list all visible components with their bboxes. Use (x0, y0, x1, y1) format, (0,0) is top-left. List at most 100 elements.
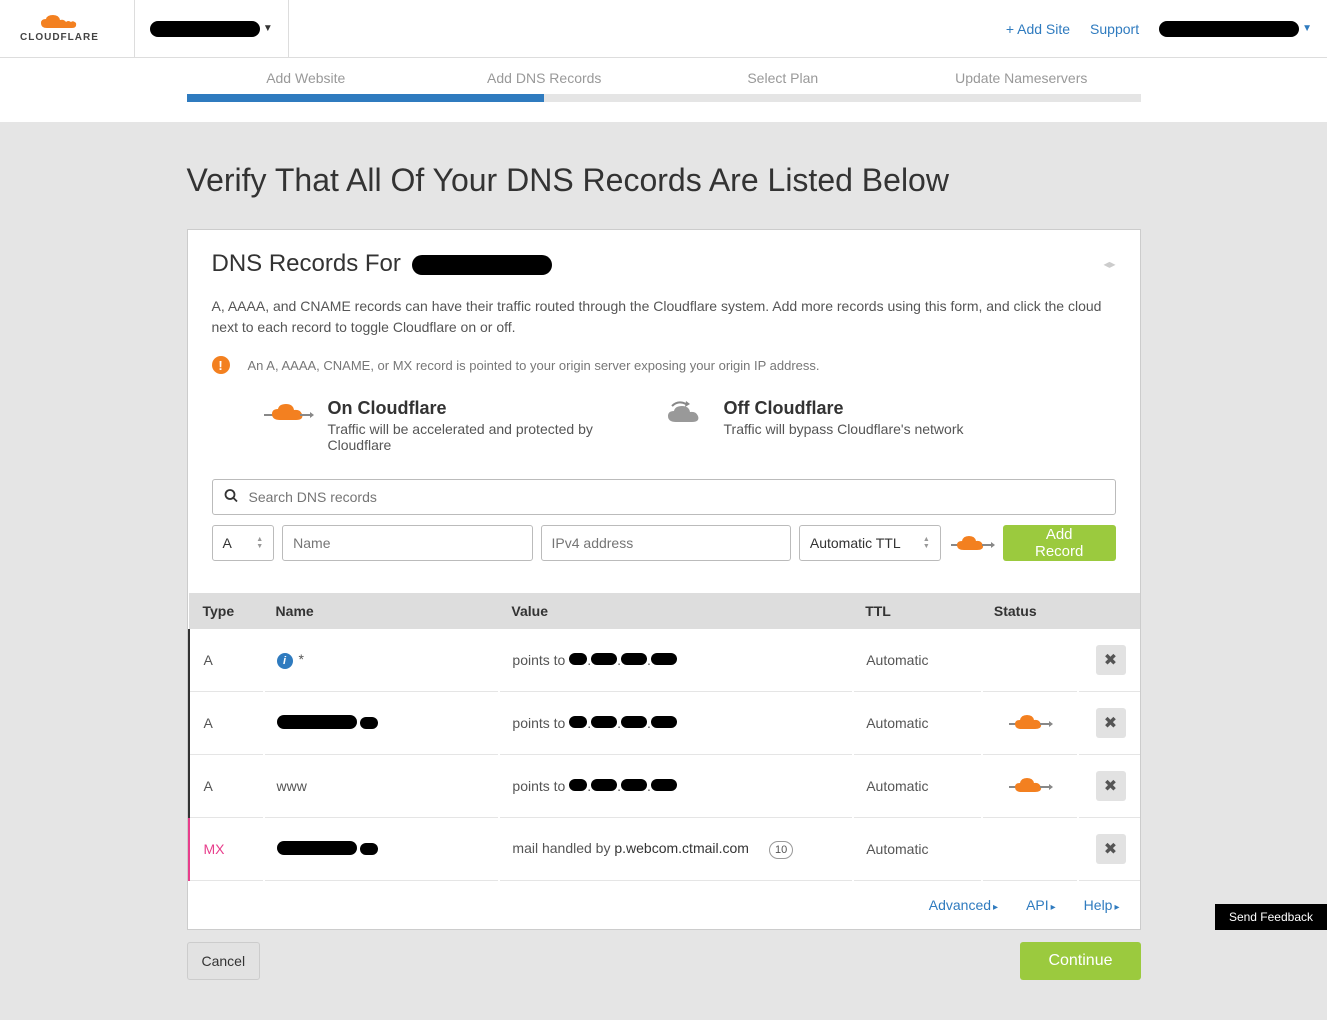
cell-value[interactable]: points to ... (499, 692, 853, 755)
step-update-ns[interactable]: Update Nameservers (902, 58, 1141, 94)
cell-ttl[interactable]: Automatic (853, 629, 982, 692)
th-name: Name (264, 593, 500, 629)
record-value-input[interactable] (541, 525, 791, 561)
account-name-redacted (150, 21, 260, 37)
alert-text: An A, AAAA, CNAME, or MX record is point… (248, 358, 820, 373)
legend-on-desc: Traffic will be accelerated and protecte… (328, 421, 618, 453)
cell-type: A (189, 692, 264, 755)
api-link[interactable]: API▸ (1026, 897, 1056, 913)
expand-icon[interactable]: ◂▸ (1103, 257, 1115, 271)
user-dropdown[interactable]: ▼ (1159, 21, 1312, 37)
cell-value[interactable]: mail handled by p.webcom.ctmail.com10 (499, 818, 853, 881)
steps: Add Website Add DNS Records Select Plan … (187, 58, 1141, 94)
cell-type: A (189, 755, 264, 818)
table-row[interactable]: Ai*points to ...Automatic ✖ (189, 629, 1140, 692)
cell-value[interactable]: points to ... (499, 629, 853, 692)
card-description: A, AAAA, and CNAME records can have thei… (212, 296, 1116, 338)
caret-down-icon: ▼ (263, 23, 273, 34)
dns-table: Type Name Value TTL Status Ai*points to … (188, 593, 1140, 881)
continue-button[interactable]: Continue (1020, 942, 1140, 980)
support-link[interactable]: Support (1090, 21, 1139, 37)
priority-badge: 10 (769, 841, 793, 859)
search-icon (224, 489, 238, 506)
cloud-on-icon (262, 398, 314, 428)
bottom-actions: Cancel Continue (187, 942, 1141, 980)
th-ttl: TTL (853, 593, 982, 629)
info-icon[interactable]: i (277, 653, 293, 669)
cell-ttl[interactable]: Automatic (853, 755, 982, 818)
user-name-redacted (1159, 21, 1299, 37)
cell-name[interactable] (264, 692, 500, 755)
th-value: Value (499, 593, 853, 629)
th-type: Type (189, 593, 264, 629)
legend-off-title: Off Cloudflare (724, 398, 964, 419)
cell-status (982, 692, 1078, 755)
main-content: Verify That All Of Your DNS Records Are … (187, 122, 1141, 980)
cloudflare-logo[interactable]: CLOUDFLARE (15, 14, 104, 43)
step-add-dns[interactable]: Add DNS Records (425, 58, 664, 94)
proxy-status-icon[interactable] (1007, 782, 1053, 798)
cell-ttl[interactable]: Automatic (853, 692, 982, 755)
delete-button[interactable]: ✖ (1096, 645, 1126, 675)
cell-type: A (189, 629, 264, 692)
record-ttl-select[interactable]: Automatic TTL ▲▼ (799, 525, 941, 561)
cancel-button[interactable]: Cancel (187, 942, 261, 980)
cell-ttl[interactable]: Automatic (853, 818, 982, 881)
account-dropdown[interactable]: ▼ (150, 21, 273, 37)
delete-button[interactable]: ✖ (1096, 834, 1126, 864)
add-site-link[interactable]: + Add Site (1006, 21, 1070, 37)
table-row[interactable]: MX mail handled by p.webcom.ctmail.com10A… (189, 818, 1140, 881)
stepper-icon: ▲▼ (256, 536, 263, 550)
record-name-input[interactable] (282, 525, 532, 561)
th-action (1078, 593, 1139, 629)
cell-name[interactable]: www (264, 755, 500, 818)
delete-button[interactable]: ✖ (1096, 771, 1126, 801)
search-input[interactable] (212, 479, 1116, 515)
legend-off-desc: Traffic will bypass Cloudflare's network (724, 421, 964, 437)
header: CLOUDFLARE ▼ + Add Site Support ▼ (0, 0, 1327, 58)
cell-type: MX (189, 818, 264, 881)
th-status: Status (982, 593, 1078, 629)
logo-text: CLOUDFLARE (20, 32, 99, 43)
proxy-toggle[interactable] (949, 531, 995, 555)
table-row[interactable]: Awwwpoints to ...Automatic ✖ (189, 755, 1140, 818)
table-footer: Advanced▸ API▸ Help▸ (188, 881, 1140, 929)
steps-progress-fill (187, 94, 545, 102)
add-record-button[interactable]: Add Record (1003, 525, 1116, 561)
table-row[interactable]: Apoints to ...Automatic ✖ (189, 692, 1140, 755)
proxy-status-icon[interactable] (1007, 719, 1053, 735)
divider (134, 0, 135, 58)
legend-on-title: On Cloudflare (328, 398, 618, 419)
steps-progress-bar (187, 94, 1141, 102)
legend: On Cloudflare Traffic will be accelerate… (212, 398, 1116, 453)
cell-name[interactable]: i* (264, 629, 500, 692)
advanced-link[interactable]: Advanced▸ (929, 897, 998, 913)
search-row (212, 479, 1116, 515)
divider (288, 0, 289, 58)
alert-row: ! An A, AAAA, CNAME, or MX record is poi… (212, 356, 1116, 374)
steps-container: Add Website Add DNS Records Select Plan … (0, 58, 1327, 122)
help-link[interactable]: Help▸ (1084, 897, 1120, 913)
record-type-select[interactable]: A ▲▼ (212, 525, 275, 561)
legend-on: On Cloudflare Traffic will be accelerate… (262, 398, 618, 453)
cell-value[interactable]: points to ... (499, 755, 853, 818)
cell-status (982, 755, 1078, 818)
domain-redacted (412, 255, 552, 275)
stepper-icon: ▲▼ (923, 536, 930, 550)
legend-off: Off Cloudflare Traffic will bypass Cloud… (658, 398, 964, 453)
page-title: Verify That All Of Your DNS Records Are … (187, 162, 1141, 199)
step-add-website[interactable]: Add Website (187, 58, 426, 94)
delete-button[interactable]: ✖ (1096, 708, 1126, 738)
step-select-plan[interactable]: Select Plan (664, 58, 903, 94)
cell-status (982, 818, 1078, 881)
main-background: Verify That All Of Your DNS Records Are … (0, 122, 1327, 1020)
cloud-logo-icon (39, 14, 79, 32)
add-record-form: A ▲▼ Automatic TTL ▲▼ Add Record (212, 525, 1116, 561)
warning-icon: ! (212, 356, 230, 374)
cloud-off-icon (658, 398, 710, 428)
cell-name[interactable] (264, 818, 500, 881)
send-feedback-button[interactable]: Send Feedback (1215, 904, 1327, 930)
dns-card: DNS Records For ◂▸ A, AAAA, and CNAME re… (187, 229, 1141, 930)
cell-status (982, 629, 1078, 692)
card-title: DNS Records For (212, 250, 552, 278)
